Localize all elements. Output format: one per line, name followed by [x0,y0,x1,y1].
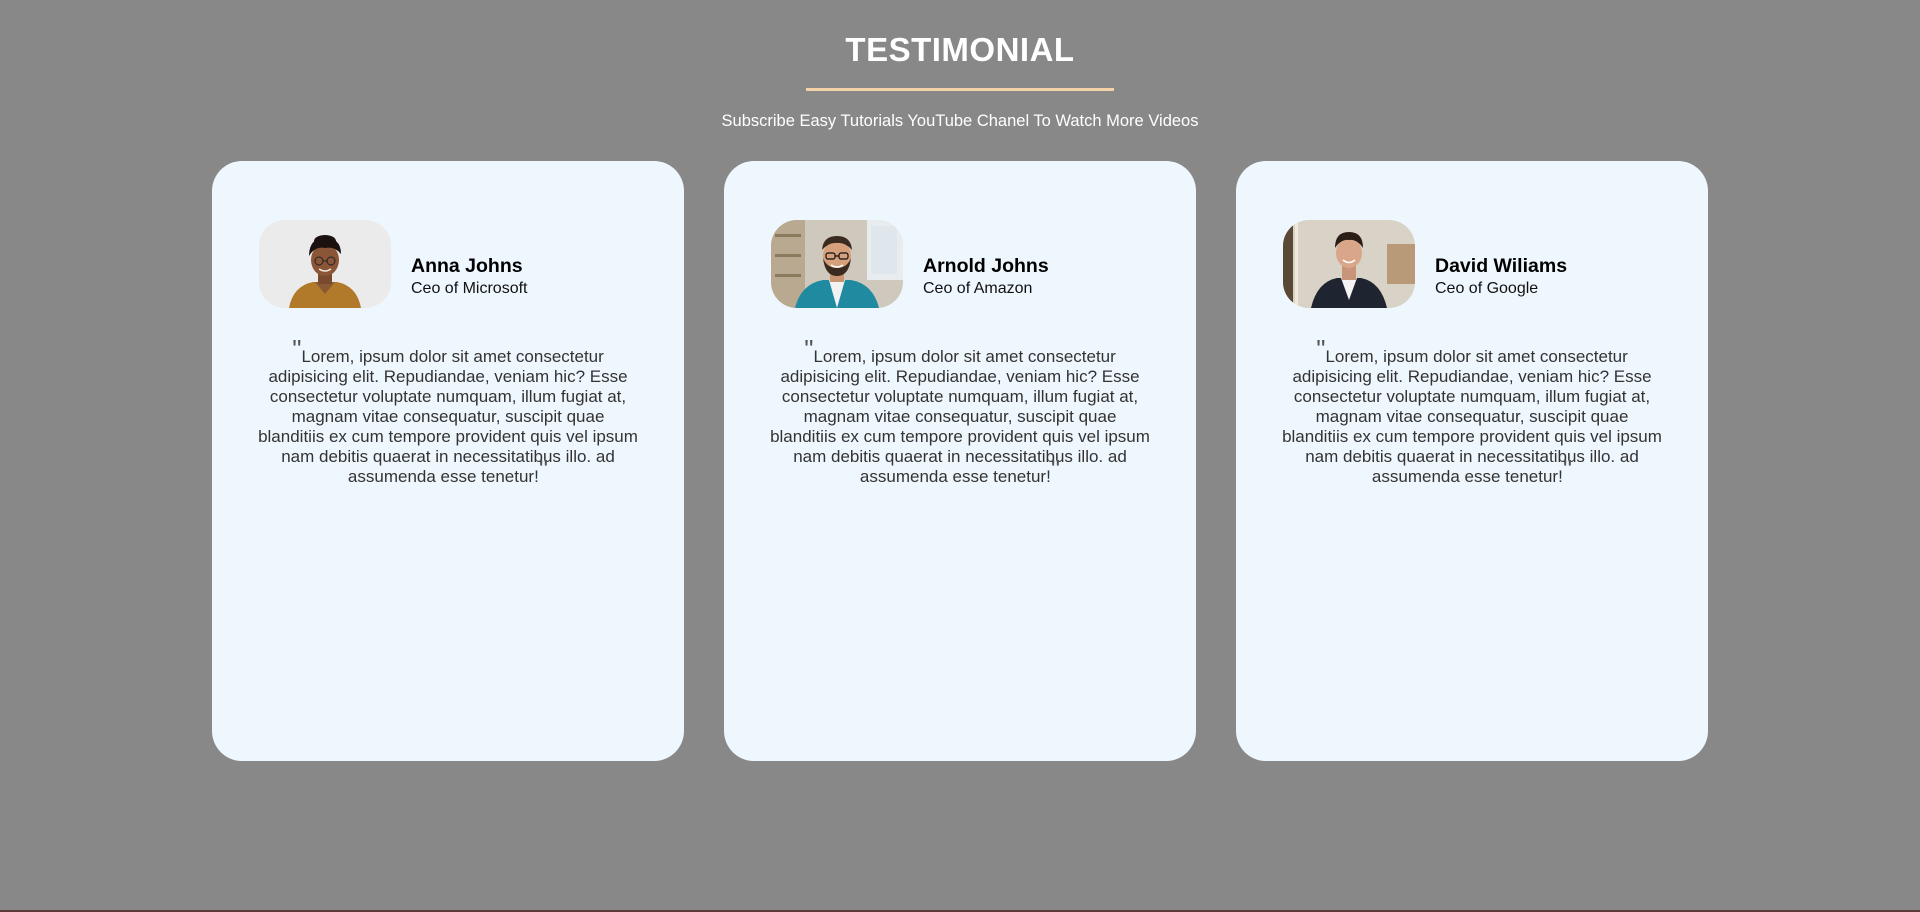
open-quote-mark: " [804,334,814,364]
testimonial-quote-text: Lorem, ipsum dolor sit amet consectetur … [258,347,638,486]
avatar-arnold [771,220,903,308]
testimonial-role: Ceo of Microsoft [411,280,528,297]
testimonial-quote: "Lorem, ipsum dolor sit amet consectetur… [769,336,1151,487]
testimonial-card-arnold: Arnold Johns Ceo of Amazon "Lorem, ipsum… [724,161,1196,761]
testimonial-role: Ceo of Google [1435,280,1539,297]
close-quote-mark: " [1562,454,1573,484]
testimonial-name: Anna Johns [411,255,523,277]
testimonial-quote-text: Lorem, ipsum dolor sit amet consectetur … [1282,347,1662,486]
avatar-david-photo [1283,220,1415,308]
open-quote-mark: " [1316,334,1326,364]
page-subtitle: Subscribe Easy Tutorials YouTube Chanel … [721,112,1199,130]
testimonial-quote-text: Lorem, ipsum dolor sit amet consectetur … [770,347,1150,486]
avatar-david [1283,220,1415,308]
testimonial-name: Arnold Johns [923,255,1049,277]
avatar-anna-photo [259,220,391,308]
avatar-anna [259,220,391,308]
close-quote-mark: " [1050,454,1061,484]
testimonial-card-anna: Anna Johns Ceo of Microsoft "Lorem, ipsu… [212,161,684,761]
page-title: TESTIMONIAL [845,31,1075,68]
testimonial-name: David Wiliams [1435,255,1568,277]
testimonial-card-david: David Wiliams Ceo of Google "Lorem, ipsu… [1236,161,1708,761]
testimonial-role: Ceo of Amazon [923,280,1033,297]
open-quote-mark: " [292,334,302,364]
testimonial-quote: "Lorem, ipsum dolor sit amet consectetur… [1281,336,1663,487]
close-quote-mark: " [538,454,549,484]
avatar-arnold-photo [771,220,903,308]
title-underline [806,88,1114,91]
testimonial-quote: "Lorem, ipsum dolor sit amet consectetur… [257,336,639,487]
